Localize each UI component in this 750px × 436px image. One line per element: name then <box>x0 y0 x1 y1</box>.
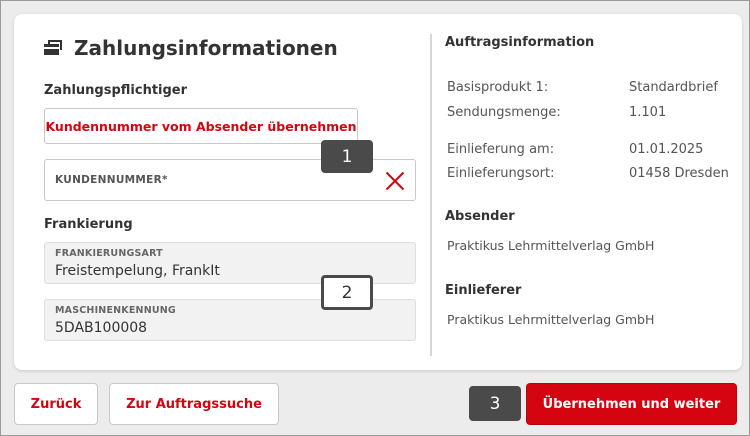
step-badge-3: 3 <box>469 386 521 421</box>
franking-type-caption: FRANKIERUNGSART <box>55 248 163 259</box>
sender-title: Absender <box>445 209 515 224</box>
copy-customer-number-button[interactable]: Kundennummer vom Absender übernehmen <box>44 108 358 144</box>
customer-number-placeholder: KUNDENNUMMER* <box>55 174 168 186</box>
order-search-button[interactable]: Zur Auftragssuche <box>109 383 279 425</box>
wallet-icon <box>44 40 62 56</box>
info-value-product: Standardbrief <box>629 80 718 95</box>
step-badge-2: 2 <box>321 275 373 310</box>
page-title: Zahlungsinformationen <box>74 36 338 60</box>
sender-value: Praktikus Lehrmittelverlag GmbH <box>447 238 655 253</box>
info-key-product: Basisprodukt 1: <box>447 80 549 95</box>
info-key-delivery-date: Einlieferung am: <box>447 142 555 157</box>
machine-id-caption: MASCHINENKENNUNG <box>55 305 176 316</box>
deliverer-value: Praktikus Lehrmittelverlag GmbH <box>447 312 655 327</box>
title-row: Zahlungsinformationen <box>44 36 338 60</box>
info-key-quantity: Sendungsmenge: <box>447 105 561 120</box>
franking-label: Frankierung <box>44 217 133 232</box>
submit-button[interactable]: Übernehmen und weiter <box>526 383 737 425</box>
back-button[interactable]: Zurück <box>14 383 98 425</box>
info-key-delivery-location: Einlieferungsort: <box>447 166 555 181</box>
window-frame: Zahlungsinformationen Zahlungspflichtige… <box>0 0 750 436</box>
deliverer-title: Einlieferer <box>445 283 522 298</box>
column-divider <box>430 34 432 356</box>
order-info-title: Auftragsinformation <box>445 35 595 50</box>
info-value-delivery-date: 01.01.2025 <box>629 142 704 157</box>
info-value-delivery-location: 01458 Dresden <box>629 166 729 181</box>
close-icon[interactable] <box>385 170 405 190</box>
step-badge-1: 1 <box>321 140 373 173</box>
payer-label: Zahlungspflichtiger <box>44 83 188 98</box>
franking-type-value: Freistempelung, FrankIt <box>55 263 220 279</box>
machine-id-value: 5DAB100008 <box>55 320 148 336</box>
info-value-quantity: 1.101 <box>629 105 667 120</box>
payment-card: Zahlungsinformationen Zahlungspflichtige… <box>14 14 742 370</box>
